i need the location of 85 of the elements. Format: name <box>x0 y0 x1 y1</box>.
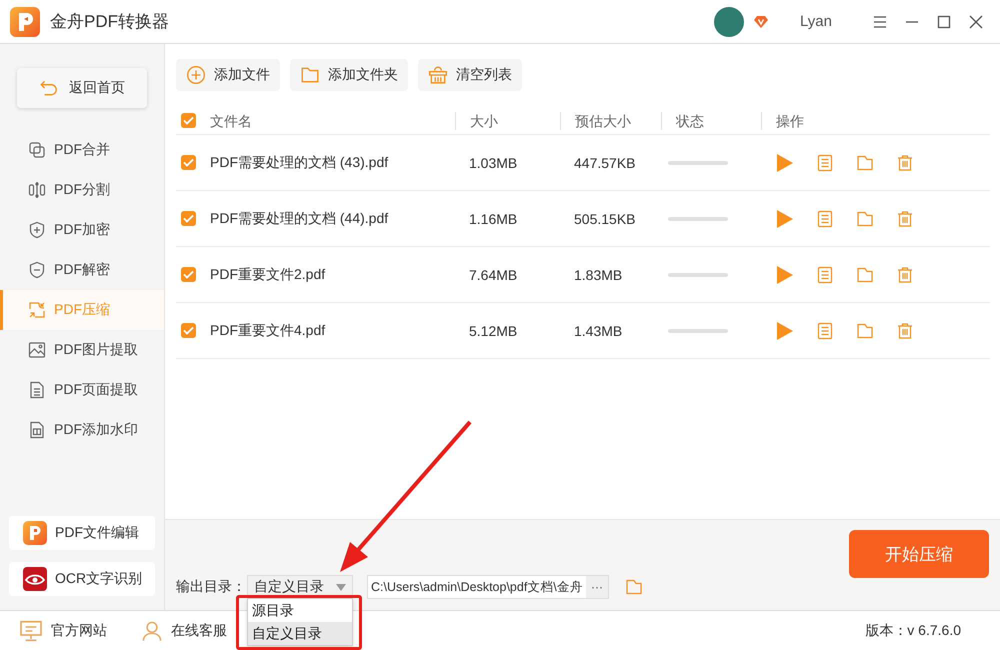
document-icon <box>28 381 46 399</box>
monitor-icon <box>19 618 43 642</box>
estimated-size: 505.15KB <box>574 210 636 226</box>
watermark-document-icon <box>28 421 46 439</box>
play-icon[interactable] <box>776 152 794 172</box>
sidebar-item[interactable]: PDF加密 <box>0 210 164 250</box>
back-home-button[interactable]: 返回首页 <box>17 68 147 108</box>
split-icon <box>28 181 46 199</box>
column-header: 状态 <box>676 112 704 128</box>
folder-icon[interactable] <box>856 154 874 172</box>
pdf-edit-app-icon <box>23 521 47 545</box>
toolbar-button[interactable]: 添加文件 <box>176 59 280 91</box>
sidebar-item[interactable]: PDF分割 <box>0 170 164 210</box>
column-header: 操作 <box>776 112 804 128</box>
footer-link[interactable]: 在线客服 <box>141 620 227 642</box>
folder-icon[interactable] <box>856 266 874 284</box>
estimated-size: 1.43MB <box>574 322 622 338</box>
trash-icon[interactable] <box>896 154 914 172</box>
dropdown-option[interactable]: 源目录 <box>248 599 352 622</box>
file-name: PDF重要文件2.pdf <box>210 266 326 282</box>
path-field[interactable]: C:\Users\admin\Desktop\pdf文档\金舟 ··· <box>367 575 609 599</box>
browse-button[interactable]: ··· <box>586 576 608 598</box>
column-header: 预估大小 <box>575 112 631 128</box>
trash-icon[interactable] <box>896 210 914 228</box>
file-size: 1.16MB <box>469 210 518 226</box>
file-name: PDF需要处理的文档 (43).pdf <box>210 154 388 170</box>
estimated-size: 447.57KB <box>574 154 636 170</box>
sidebar-item[interactable]: PDF图片提取 <box>0 330 164 370</box>
vip-badge-icon <box>754 14 768 28</box>
play-icon[interactable] <box>776 320 794 340</box>
image-icon <box>28 341 46 359</box>
document-list-icon <box>816 154 834 172</box>
checkbox[interactable] <box>181 113 196 128</box>
checkbox[interactable] <box>181 211 196 226</box>
user-name[interactable]: Lyan <box>800 13 832 30</box>
toolbar-button[interactable]: 添加文件夹 <box>290 59 408 91</box>
file-size: 7.64MB <box>469 266 518 282</box>
person-icon <box>141 620 163 642</box>
return-arrow-icon <box>39 78 59 98</box>
file-size: 1.03MB <box>469 154 518 170</box>
footer-link[interactable]: 官方网站 <box>19 618 107 642</box>
document-list-icon <box>816 266 834 284</box>
tool-shortcut[interactable]: PDF文件编辑 <box>9 516 155 550</box>
app-logo <box>10 6 40 36</box>
toolbar-button[interactable]: 清空列表 <box>418 59 522 91</box>
document-list-icon <box>816 210 834 228</box>
file-name: PDF重要文件4.pdf <box>210 322 326 338</box>
shield-minus-icon <box>28 261 46 279</box>
version-text: 版本：v 6.7.6.0 <box>865 622 961 640</box>
shield-plus-icon <box>28 221 46 239</box>
avatar-icon[interactable] <box>714 6 744 36</box>
close-icon[interactable] <box>968 14 984 30</box>
play-icon[interactable] <box>776 208 794 228</box>
file-name: PDF需要处理的文档 (44).pdf <box>210 210 388 226</box>
folder-icon[interactable] <box>856 210 874 228</box>
column-header: 大小 <box>470 112 498 128</box>
sidebar-item[interactable]: PDF合并 <box>0 130 164 170</box>
trash-icon[interactable] <box>896 322 914 340</box>
menu-icon[interactable] <box>872 14 888 30</box>
compress-icon <box>28 301 46 319</box>
checkbox[interactable] <box>181 267 196 282</box>
eye-app-icon <box>23 567 47 591</box>
column-header: 文件名 <box>210 112 252 128</box>
sidebar-item[interactable]: PDF页面提取 <box>0 370 164 410</box>
plus-circle-icon <box>186 65 206 85</box>
document-list-icon <box>816 322 834 340</box>
basket-icon <box>428 65 448 85</box>
sidebar-item[interactable]: PDF添加水印 <box>0 410 164 450</box>
checkbox[interactable] <box>181 323 196 338</box>
folder-icon <box>300 65 320 85</box>
caret-icon <box>336 584 346 590</box>
sidebar-item[interactable]: PDF解密 <box>0 250 164 290</box>
tool-shortcut[interactable]: OCR文字识别 <box>9 562 155 596</box>
file-size: 5.12MB <box>469 322 518 338</box>
maximize-icon[interactable] <box>936 14 952 30</box>
output-label: 输出目录： <box>176 578 246 596</box>
estimated-size: 1.83MB <box>574 266 622 282</box>
trash-icon[interactable] <box>896 266 914 284</box>
app-title: 金舟PDF转换器 <box>50 11 169 33</box>
checkbox[interactable] <box>181 155 196 170</box>
overlapping-squares-icon <box>28 141 46 159</box>
dropdown-option[interactable]: 自定义目录 <box>248 622 352 645</box>
folder-icon[interactable] <box>856 322 874 340</box>
play-icon[interactable] <box>776 264 794 284</box>
folder-icon[interactable] <box>625 578 643 596</box>
